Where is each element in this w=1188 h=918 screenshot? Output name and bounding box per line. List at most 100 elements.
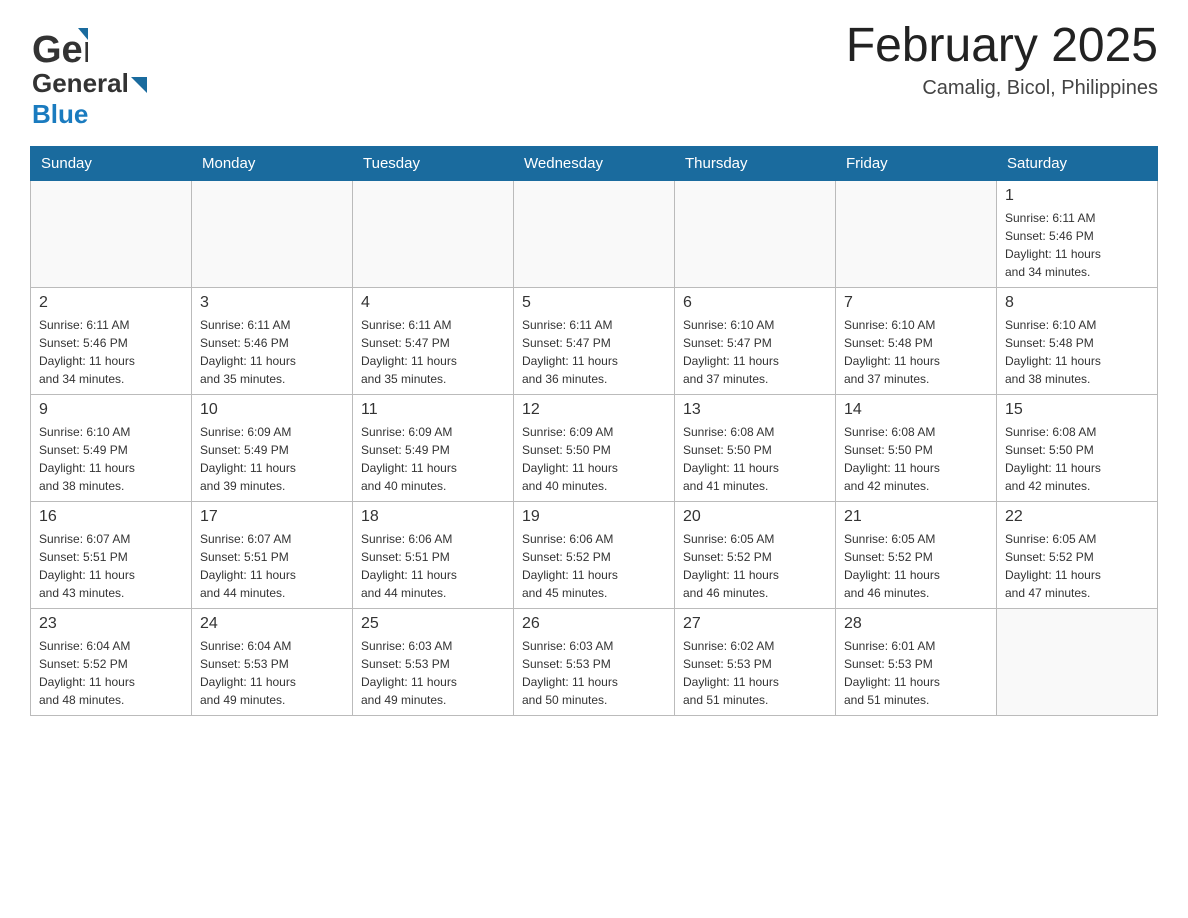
col-friday: Friday bbox=[836, 147, 997, 181]
day-number: 11 bbox=[361, 401, 505, 419]
calendar-cell bbox=[997, 609, 1158, 716]
calendar-cell: 2 Sunrise: 6:11 AMSunset: 5:46 PMDaylight… bbox=[31, 288, 192, 395]
calendar-table: Sunday Monday Tuesday Wednesday Thursday… bbox=[30, 146, 1158, 716]
day-info: Sunrise: 6:07 AMSunset: 5:51 PMDaylight:… bbox=[200, 530, 344, 602]
page-header: General General Blue February 2025 Camal… bbox=[30, 20, 1158, 130]
calendar-cell: 11 Sunrise: 6:09 AMSunset: 5:49 PMDayligh… bbox=[353, 395, 514, 502]
week-row-5: 23 Sunrise: 6:04 AMSunset: 5:52 PMDayligh… bbox=[31, 609, 1158, 716]
day-info: Sunrise: 6:11 AMSunset: 5:46 PMDaylight:… bbox=[200, 316, 344, 388]
week-row-3: 9 Sunrise: 6:10 AMSunset: 5:49 PMDaylight… bbox=[31, 395, 1158, 502]
calendar-cell: 26Sunrise: 6:03 AMSunset: 5:53 PMDayligh… bbox=[514, 609, 675, 716]
day-info: Sunrise: 6:11 AMSunset: 5:47 PMDaylight:… bbox=[522, 316, 666, 388]
day-number: 4 bbox=[361, 294, 505, 312]
day-number: 20 bbox=[683, 508, 827, 526]
day-number: 7 bbox=[844, 294, 988, 312]
day-info: Sunrise: 6:06 AMSunset: 5:52 PMDaylight:… bbox=[522, 530, 666, 602]
day-number: 27 bbox=[683, 615, 827, 633]
calendar-cell bbox=[192, 181, 353, 288]
calendar-cell: 25 Sunrise: 6:03 AMSunset: 5:53 PMDayligh… bbox=[353, 609, 514, 716]
calendar-cell: 28 Sunrise: 6:01 AMSunset: 5:53 PMDayligh… bbox=[836, 609, 997, 716]
day-number: 25 bbox=[361, 615, 505, 633]
logo-blue-text: Blue bbox=[32, 99, 88, 129]
day-info: Sunrise: 6:10 AMSunset: 5:48 PMDaylight:… bbox=[844, 316, 988, 388]
day-info: Sunrise: 6:04 AMSunset: 5:52 PMDaylight:… bbox=[39, 637, 183, 709]
week-row-2: 2 Sunrise: 6:11 AMSunset: 5:46 PMDaylight… bbox=[31, 288, 1158, 395]
calendar-cell bbox=[353, 181, 514, 288]
day-info: Sunrise: 6:04 AMSunset: 5:53 PMDaylight:… bbox=[200, 637, 344, 709]
col-saturday: Saturday bbox=[997, 147, 1158, 181]
calendar-cell: 10Sunrise: 6:09 AMSunset: 5:49 PMDayligh… bbox=[192, 395, 353, 502]
col-monday: Monday bbox=[192, 147, 353, 181]
day-info: Sunrise: 6:11 AMSunset: 5:46 PMDaylight:… bbox=[39, 316, 183, 388]
logo-general-text: General bbox=[32, 68, 129, 99]
calendar-cell: 19Sunrise: 6:06 AMSunset: 5:52 PMDayligh… bbox=[514, 502, 675, 609]
day-info: Sunrise: 6:06 AMSunset: 5:51 PMDaylight:… bbox=[361, 530, 505, 602]
day-number: 2 bbox=[39, 294, 183, 312]
calendar-cell: 23 Sunrise: 6:04 AMSunset: 5:52 PMDayligh… bbox=[31, 609, 192, 716]
day-info: Sunrise: 6:03 AMSunset: 5:53 PMDaylight:… bbox=[361, 637, 505, 709]
logo-triangle-icon bbox=[131, 77, 147, 93]
day-number: 10 bbox=[200, 401, 344, 419]
page-subtitle: Camalig, Bicol, Philippines bbox=[846, 77, 1158, 100]
day-number: 5 bbox=[522, 294, 666, 312]
day-info: Sunrise: 6:05 AMSunset: 5:52 PMDaylight:… bbox=[844, 530, 988, 602]
col-tuesday: Tuesday bbox=[353, 147, 514, 181]
day-info: Sunrise: 6:03 AMSunset: 5:53 PMDaylight:… bbox=[522, 637, 666, 709]
day-info: Sunrise: 6:08 AMSunset: 5:50 PMDaylight:… bbox=[844, 423, 988, 495]
day-number: 17 bbox=[200, 508, 344, 526]
day-number: 8 bbox=[1005, 294, 1149, 312]
day-info: Sunrise: 6:01 AMSunset: 5:53 PMDaylight:… bbox=[844, 637, 988, 709]
title-section: February 2025 Camalig, Bicol, Philippine… bbox=[846, 20, 1158, 100]
day-number: 6 bbox=[683, 294, 827, 312]
calendar-cell: 9 Sunrise: 6:10 AMSunset: 5:49 PMDaylight… bbox=[31, 395, 192, 502]
day-number: 14 bbox=[844, 401, 988, 419]
day-number: 21 bbox=[844, 508, 988, 526]
calendar-cell bbox=[514, 181, 675, 288]
day-info: Sunrise: 6:10 AMSunset: 5:49 PMDaylight:… bbox=[39, 423, 183, 495]
calendar-cell bbox=[675, 181, 836, 288]
calendar-cell: 16 Sunrise: 6:07 AMSunset: 5:51 PMDayligh… bbox=[31, 502, 192, 609]
logo: General General Blue bbox=[30, 20, 147, 130]
col-sunday: Sunday bbox=[31, 147, 192, 181]
day-number: 18 bbox=[361, 508, 505, 526]
day-info: Sunrise: 6:11 AMSunset: 5:47 PMDaylight:… bbox=[361, 316, 505, 388]
day-number: 22 bbox=[1005, 508, 1149, 526]
calendar-cell: 6Sunrise: 6:10 AMSunset: 5:47 PMDaylight… bbox=[675, 288, 836, 395]
day-number: 24 bbox=[200, 615, 344, 633]
day-info: Sunrise: 6:02 AMSunset: 5:53 PMDaylight:… bbox=[683, 637, 827, 709]
calendar-cell: 1 Sunrise: 6:11 AMSunset: 5:46 PMDaylight… bbox=[997, 181, 1158, 288]
calendar-cell bbox=[31, 181, 192, 288]
day-info: Sunrise: 6:09 AMSunset: 5:49 PMDaylight:… bbox=[361, 423, 505, 495]
day-info: Sunrise: 6:11 AMSunset: 5:46 PMDaylight:… bbox=[1005, 209, 1149, 281]
calendar-cell: 17 Sunrise: 6:07 AMSunset: 5:51 PMDayligh… bbox=[192, 502, 353, 609]
day-info: Sunrise: 6:07 AMSunset: 5:51 PMDaylight:… bbox=[39, 530, 183, 602]
day-number: 16 bbox=[39, 508, 183, 526]
calendar-cell: 8 Sunrise: 6:10 AMSunset: 5:48 PMDaylight… bbox=[997, 288, 1158, 395]
day-number: 3 bbox=[200, 294, 344, 312]
calendar-cell: 18 Sunrise: 6:06 AMSunset: 5:51 PMDayligh… bbox=[353, 502, 514, 609]
calendar-cell: 14 Sunrise: 6:08 AMSunset: 5:50 PMDayligh… bbox=[836, 395, 997, 502]
day-number: 1 bbox=[1005, 187, 1149, 205]
calendar-cell: 5 Sunrise: 6:11 AMSunset: 5:47 PMDaylight… bbox=[514, 288, 675, 395]
day-number: 23 bbox=[39, 615, 183, 633]
day-info: Sunrise: 6:09 AMSunset: 5:50 PMDaylight:… bbox=[522, 423, 666, 495]
calendar-cell bbox=[836, 181, 997, 288]
calendar-cell: 12Sunrise: 6:09 AMSunset: 5:50 PMDayligh… bbox=[514, 395, 675, 502]
calendar-cell: 24 Sunrise: 6:04 AMSunset: 5:53 PMDayligh… bbox=[192, 609, 353, 716]
week-row-1: 1 Sunrise: 6:11 AMSunset: 5:46 PMDaylight… bbox=[31, 181, 1158, 288]
calendar-cell: 15Sunrise: 6:08 AMSunset: 5:50 PMDayligh… bbox=[997, 395, 1158, 502]
day-number: 28 bbox=[844, 615, 988, 633]
calendar-cell: 13Sunrise: 6:08 AMSunset: 5:50 PMDayligh… bbox=[675, 395, 836, 502]
day-number: 15 bbox=[1005, 401, 1149, 419]
calendar-cell: 3 Sunrise: 6:11 AMSunset: 5:46 PMDaylight… bbox=[192, 288, 353, 395]
day-info: Sunrise: 6:05 AMSunset: 5:52 PMDaylight:… bbox=[1005, 530, 1149, 602]
svg-text:General: General bbox=[32, 29, 88, 71]
calendar-cell: 27 Sunrise: 6:02 AMSunset: 5:53 PMDayligh… bbox=[675, 609, 836, 716]
day-number: 9 bbox=[39, 401, 183, 419]
page-title: February 2025 bbox=[846, 20, 1158, 73]
day-info: Sunrise: 6:10 AMSunset: 5:48 PMDaylight:… bbox=[1005, 316, 1149, 388]
calendar-cell: 4 Sunrise: 6:11 AMSunset: 5:47 PMDaylight… bbox=[353, 288, 514, 395]
calendar-cell: 7 Sunrise: 6:10 AMSunset: 5:48 PMDaylight… bbox=[836, 288, 997, 395]
col-wednesday: Wednesday bbox=[514, 147, 675, 181]
calendar-header-row: Sunday Monday Tuesday Wednesday Thursday… bbox=[31, 147, 1158, 181]
